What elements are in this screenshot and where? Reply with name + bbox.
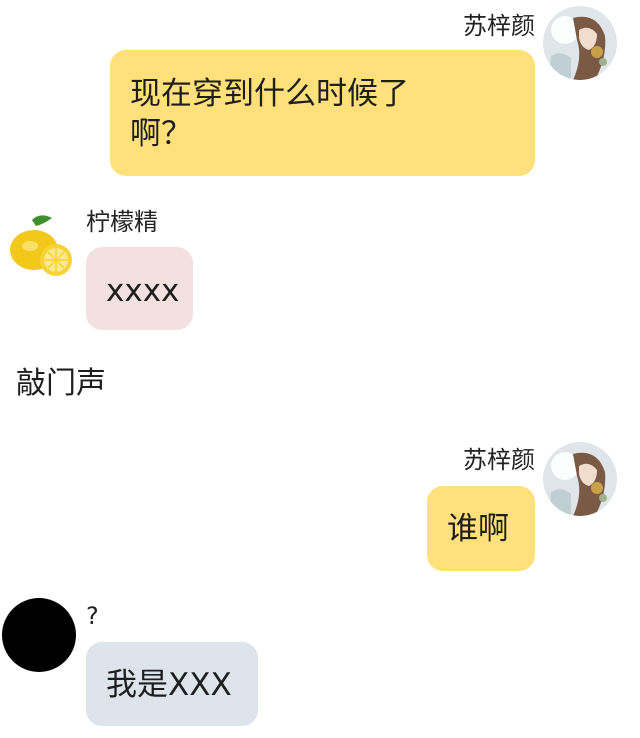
narration-text: 敲门声 [16, 366, 106, 401]
message-bubble-suziyan-2[interactable]: 谁啊 [427, 486, 535, 571]
message-text: 谁啊 [447, 511, 509, 547]
sender-name-suziyan: 苏梓颜 [463, 446, 535, 474]
message-bubble-lemon[interactable]: xxxx [86, 247, 193, 330]
message-bubble-suziyan-1[interactable]: 现在穿到什么时候了 啊？ [110, 50, 535, 176]
black-circle-avatar-icon[interactable] [2, 598, 76, 672]
message-text-line-2: 啊？ [130, 116, 192, 152]
message-text: xxxx [106, 273, 180, 309]
avatar-girl-icon[interactable] [543, 442, 617, 516]
sender-name-unknown: ? [86, 602, 99, 630]
message-text: 我是XXX [106, 667, 232, 703]
message-text-line-1: 现在穿到什么时候了 [130, 76, 409, 112]
sender-name-lemon: 柠檬精 [86, 208, 158, 236]
avatar-girl-icon[interactable] [543, 6, 617, 80]
message-bubble-unknown[interactable]: 我是XXX [86, 642, 258, 726]
lemon-icon[interactable] [6, 208, 74, 280]
sender-name-suziyan: 苏梓颜 [463, 12, 535, 40]
